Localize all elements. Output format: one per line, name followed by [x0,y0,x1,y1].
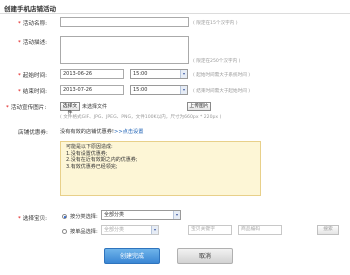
end-time-label: * 结束时间: [18,89,48,95]
no-file-text: 未选择文件 [82,104,108,110]
by-product-label: 按单品选择: [70,229,98,235]
coupon-setup-link[interactable]: >>点击设置 [114,129,143,135]
notice-line: 3.有效优惠券已经领完; [66,163,118,170]
activity-name-input[interactable] [60,17,189,27]
start-time-hint: ( 起始时间需大于系统时间 ) [193,73,251,78]
start-time-label: * 起始时间: [18,73,48,79]
activity-desc-textarea[interactable] [60,36,189,64]
end-date-input[interactable]: 2013-07-26 [60,85,124,95]
category-select[interactable]: 全部分类 [101,210,181,220]
by-category-radio[interactable] [62,214,67,219]
coupon-label: 店铺优惠券: [18,130,48,136]
chevron-down-icon [180,70,187,78]
activity-desc-hint: ( 限定在250个汉字内 ) [193,59,241,64]
by-product-radio[interactable] [62,229,67,234]
search-button[interactable]: 搜索 [317,225,339,235]
end-time-select[interactable]: 15:00 [130,85,188,95]
product-code-input[interactable]: 商品编码 [238,225,282,235]
coupon-status-text: 没有有效的店铺优惠券! [60,129,114,135]
promo-image-label: * 活动宣传图片: [6,105,47,111]
select-products-label: * 选择宝贝: [18,216,48,222]
product-keyword-input[interactable]: 宝贝关键字 [188,225,232,235]
by-category-label: 按分类选择: [70,214,98,220]
cancel-button[interactable]: 取消 [177,248,233,264]
promo-image-hint: ( 文件格式GIF、JPG、JPEG、PNG，文件100K以内，尺寸为660px… [60,115,222,120]
start-time-select[interactable]: 15:00 [130,69,188,79]
end-time-hint: ( 结束时间需大于起始时间 ) [193,89,251,94]
activity-name-label: * 活动名称: [18,21,48,27]
activity-desc-label: * 活动描述: [18,40,48,46]
chevron-down-icon [173,211,180,219]
chevron-down-icon [180,86,187,94]
start-date-input[interactable]: 2013-06-26 [60,69,124,79]
chevron-down-icon [151,226,158,234]
create-complete-button[interactable]: 创建完成 [104,248,160,264]
page-title: 创建手机店铺活动 [4,5,56,13]
activity-name-hint: ( 限定在15个汉字内 ) [193,21,238,26]
upload-image-button[interactable]: 上传图片 [187,102,211,111]
choose-file-button[interactable]: 选择文件 [60,102,80,116]
title-bar: 创建手机店铺活动 [0,0,350,14]
product-category-select[interactable]: 全部分类 [101,225,159,235]
coupon-notice: 可能是以下原因造成: 1.没有设置优惠券; 2.没有在近有效期之内的优惠券; 3… [60,141,261,196]
coupon-status: 没有有效的店铺优惠券!>>点击设置 [60,128,143,135]
